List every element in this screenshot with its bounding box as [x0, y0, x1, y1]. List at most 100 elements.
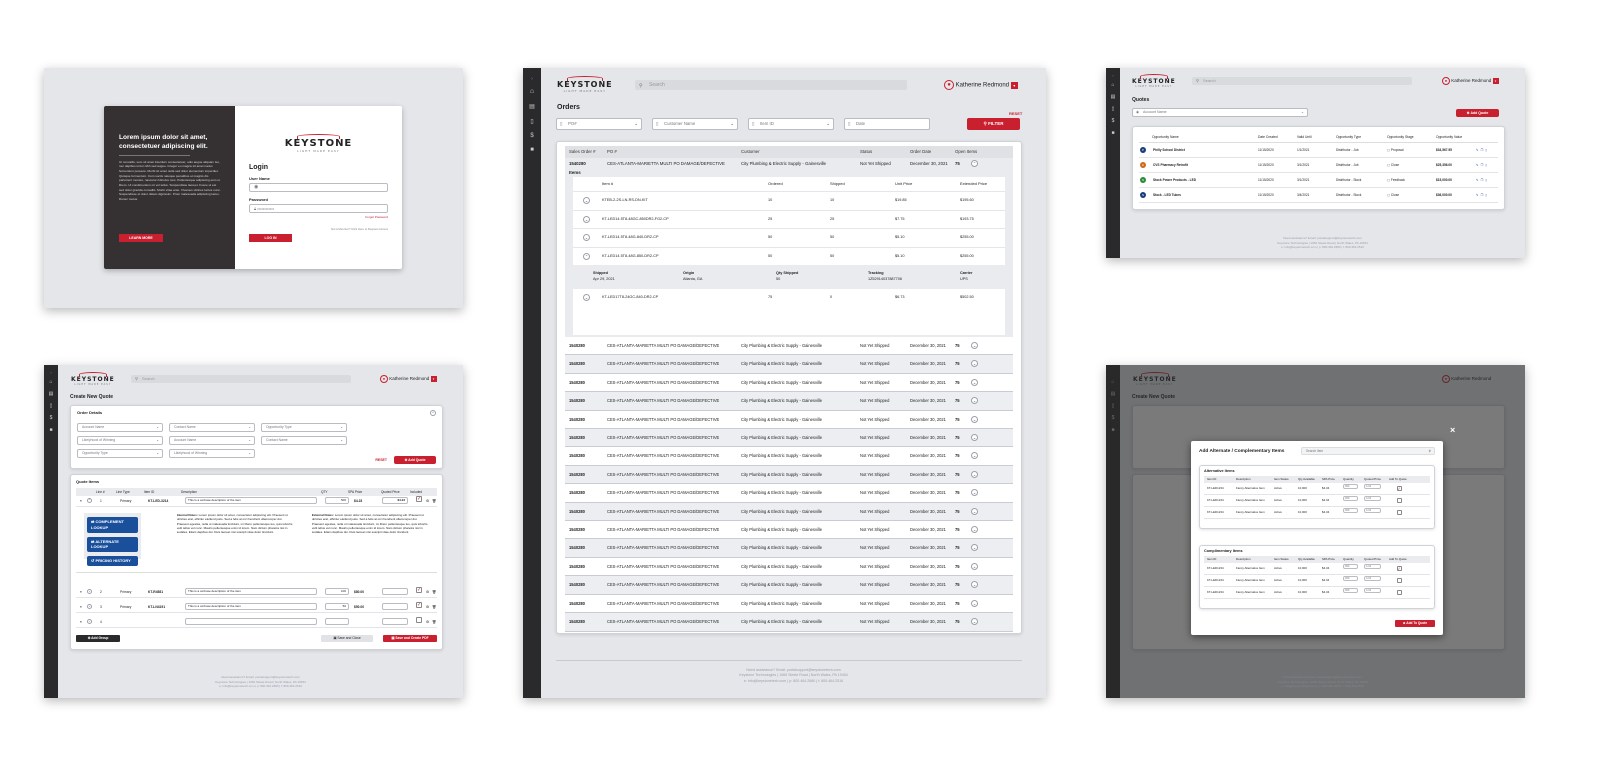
- chevron-down-icon[interactable]: ⌄: [583, 215, 590, 223]
- item-row[interactable]: ⌄ KT-LED14.5T8-48G-840-DR2-CP 50 50 $5.10 $25…: [573, 228, 1005, 247]
- add-to-quote-checkbox[interactable]: [1396, 589, 1402, 595]
- item-row[interactable]: ⌃ KT-LED14.5T8-48G-850-DR2-CP 50 50 $5.10 $25…: [573, 246, 1005, 266]
- order-row[interactable]: 1540280 CES-ATLANTA-MARIETTA MULTI PO DAM…: [565, 410, 1013, 430]
- add-quote-button[interactable]: ⊕ Add Quote: [394, 456, 436, 464]
- logo[interactable]: KEYSTONE LIGHT MADE EASY: [557, 76, 613, 94]
- order-row[interactable]: 1540280 CES-ATLANTA-MARIETTA MULTI PO DAM…: [565, 502, 1013, 522]
- request-access-link[interactable]: Not A Member? Click Here to Request Acce…: [331, 227, 388, 231]
- quoted-price-input[interactable]: 4.34: [1364, 588, 1381, 593]
- chevron-down-icon[interactable]: ▾: [1010, 81, 1018, 89]
- chevron-up-icon[interactable]: ⌃: [430, 410, 436, 416]
- order-field[interactable]: Likelyhood of Winning ⌄: [77, 436, 163, 445]
- quote-line[interactable]: ≡ ⌃ 1 Primary KT-LED-3214 This is a verbose d…: [76, 496, 437, 507]
- quantity-input[interactable]: 000: [1343, 564, 1358, 569]
- chevron-down-icon[interactable]: ⌄: [971, 415, 978, 423]
- quantity-input[interactable]: 000: [1343, 588, 1358, 593]
- included-checkbox[interactable]: [416, 617, 422, 623]
- filter-4[interactable]: ▯ Date: [844, 118, 930, 130]
- search-input[interactable]: ⚲ Search: [1192, 77, 1412, 85]
- chevron-down-icon[interactable]: ⌄: [87, 604, 92, 609]
- logo[interactable]: KEYSTONE LIGHT MADE EASY: [1132, 74, 1176, 89]
- add-group-button[interactable]: ⊕ Add Group: [76, 635, 120, 642]
- chevron-down-icon[interactable]: ⌄: [971, 544, 978, 552]
- video-icon[interactable]: ■: [44, 427, 58, 433]
- search-item-input[interactable]: Search Item ⚲: [1301, 447, 1435, 455]
- logo[interactable]: KEYSTONE LIGHT MADE EASY: [71, 372, 115, 387]
- settings-icon[interactable]: ⚙: [426, 602, 429, 612]
- chart-icon[interactable]: ▤: [44, 391, 58, 397]
- quantity-input[interactable]: 000: [1343, 508, 1358, 513]
- quantity-input[interactable]: 000: [1343, 484, 1358, 489]
- qty-input[interactable]: 100: [325, 588, 349, 595]
- document-icon[interactable]: ▯: [1486, 163, 1490, 167]
- order-row[interactable]: 1540280 CES-ATLANTA-MARIETTA MULTI PO DAM…: [565, 447, 1013, 466]
- forgot-password-link[interactable]: Forgot Password: [249, 215, 388, 219]
- chevron-up-icon[interactable]: ⌃: [583, 252, 590, 260]
- col-sales-order[interactable]: Sales Order #: [565, 146, 607, 158]
- reset-link[interactable]: RESET: [375, 458, 387, 462]
- chevron-down-icon[interactable]: ⌄: [971, 618, 978, 626]
- quote-line[interactable]: ≡ ⌄ 4 ⚙ 🗑︎: [76, 617, 437, 628]
- collapse-icon[interactable]: ›: [523, 76, 541, 82]
- drag-handle-icon[interactable]: ≡: [80, 496, 86, 506]
- description-input[interactable]: [185, 618, 317, 625]
- complement-lookup-button[interactable]: ⇄ COMPLEMENT LOOKUP: [87, 517, 138, 533]
- document-icon[interactable]: ▯: [44, 403, 58, 409]
- chevron-up-icon[interactable]: ⌃: [87, 498, 92, 503]
- quote-row[interactable]: S Stock Power Products - LED 11/15/2020 3/1…: [1139, 173, 1498, 188]
- save-close-button[interactable]: ▣ Save and Close: [321, 635, 373, 642]
- login-button[interactable]: LOG IN: [249, 234, 292, 242]
- collapse-icon[interactable]: ›: [1106, 73, 1120, 78]
- chevron-down-icon[interactable]: ⌄: [971, 581, 978, 589]
- order-row[interactable]: 1540280 CES-ATLANTA-MARIETTA MULTI PO DAM…: [565, 484, 1013, 503]
- quantity-input[interactable]: 000: [1343, 576, 1358, 581]
- chevron-down-icon[interactable]: ▾: [430, 376, 437, 382]
- external-notes[interactable]: External Notes: Lorem ipsum dolor sit am…: [312, 513, 429, 553]
- modal-item-row[interactable]: KT-LED1234 Fancy Alternative Item Active 10…: [1204, 507, 1430, 519]
- add-to-quote-checkbox[interactable]: ✓: [1396, 565, 1402, 571]
- document-icon[interactable]: ▯: [1106, 106, 1120, 112]
- chevron-down-icon[interactable]: ⌄: [971, 378, 978, 386]
- quoted-price-input[interactable]: [382, 603, 408, 610]
- order-row[interactable]: 1540280 CES-ATLANTA-MARIETTA MULTI PO DAM…: [565, 392, 1013, 411]
- video-icon[interactable]: ■: [1106, 130, 1120, 136]
- close-icon[interactable]: ×: [1450, 425, 1455, 435]
- order-row[interactable]: 1540280 CES-ATLANTA-MARIETTA MULTI PO DAM…: [565, 429, 1013, 448]
- order-field[interactable]: Contact Name ⌄: [169, 423, 255, 432]
- quoted-price-input[interactable]: 4.34: [1364, 496, 1381, 501]
- pricing-history-button[interactable]: ↺ PRICING HISTORY: [87, 556, 138, 566]
- order-row[interactable]: 1540280 CES-ATLANTA-MARIETTA MULTI PO DAM…: [565, 576, 1013, 595]
- search-input[interactable]: ⚲ Search: [131, 375, 351, 383]
- quoted-price-input[interactable]: 4.34: [1364, 508, 1381, 513]
- col-po[interactable]: PO #: [607, 146, 741, 158]
- chevron-up-icon[interactable]: ⌃: [971, 160, 978, 167]
- quantity-input[interactable]: 000: [1343, 496, 1358, 501]
- item-row[interactable]: ⌄ KT-LED17T8-24GC-840-DR2-CP 75 0 $6.73 …: [573, 289, 1005, 306]
- drag-handle-icon[interactable]: ≡: [80, 587, 86, 597]
- chevron-down-icon[interactable]: ▾: [1492, 78, 1499, 84]
- drag-handle-icon[interactable]: ≡: [80, 617, 86, 627]
- add-quote-button[interactable]: ⊕ Add Quote: [1456, 109, 1499, 117]
- document-icon[interactable]: ▯: [1486, 178, 1490, 182]
- col-open-items[interactable]: Open Items: [955, 146, 995, 158]
- order-row[interactable]: 1540280 CES-ATLANTA-MARIETTA MULTI PO DAM…: [565, 355, 1013, 374]
- chart-icon[interactable]: ▤: [1106, 94, 1120, 100]
- included-checkbox[interactable]: ✓: [416, 602, 422, 608]
- chevron-down-icon[interactable]: ⌄: [971, 489, 978, 497]
- user-menu[interactable]: ● Katherine Redmond ▾: [380, 375, 437, 383]
- reset-link[interactable]: RESET: [1009, 111, 1022, 116]
- home-icon[interactable]: ⌂: [44, 379, 58, 385]
- add-to-quote-button[interactable]: ⊕ Add To Quote: [1395, 620, 1435, 627]
- order-row[interactable]: 1540280 CES-ATLANTA-MARIETTA MULTI PO DAM…: [565, 337, 1013, 356]
- included-checkbox[interactable]: ✓: [416, 587, 422, 593]
- chevron-down-icon[interactable]: ⌄: [971, 526, 978, 534]
- modal-item-row[interactable]: KT-LED1234 Fancy Alternative Item Active 10…: [1204, 563, 1430, 575]
- add-to-quote-checkbox[interactable]: [1396, 577, 1402, 583]
- chevron-down-icon[interactable]: ⌄: [971, 452, 978, 460]
- learn-more-button[interactable]: LEARN MORE: [119, 234, 163, 242]
- filter-3[interactable]: ▯ Item ID ⌄: [748, 118, 834, 130]
- filter-button[interactable]: ⚲ FILTER: [967, 118, 1020, 130]
- chevron-down-icon[interactable]: ⌄: [971, 599, 978, 607]
- trash-icon[interactable]: 🗑︎: [432, 602, 436, 612]
- user-menu[interactable]: ● Katherine Redmond ▾: [1442, 77, 1499, 85]
